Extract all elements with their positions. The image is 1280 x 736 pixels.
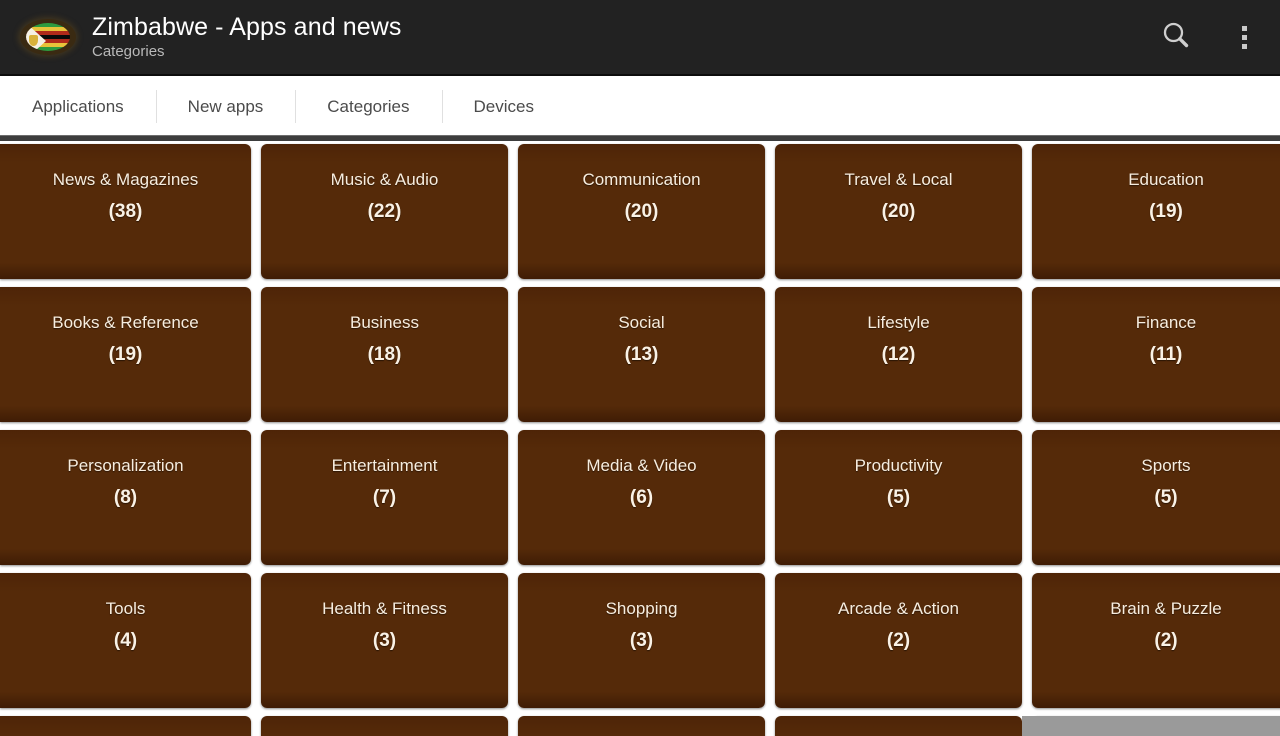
- category-tile-label: Music & Audio: [330, 170, 439, 189]
- category-tile[interactable]: Tools (4): [0, 573, 251, 708]
- category-tile[interactable]: [518, 716, 765, 736]
- tab-label: Applications: [32, 96, 124, 116]
- category-row: Personalization (8) Entertainment (7) Media …: [0, 430, 1280, 573]
- tab-label: New apps: [187, 96, 264, 116]
- flag-stripes: [26, 23, 70, 51]
- category-tile[interactable]: Brain & Puzzle (2): [1032, 573, 1280, 708]
- category-tile-label: Brain & Puzzle: [1110, 599, 1222, 618]
- page-title: Zimbabwe - Apps and news: [92, 13, 402, 41]
- search-icon: [1159, 18, 1193, 57]
- category-tile[interactable]: Books & Reference (19): [0, 287, 251, 422]
- category-tile-label: Lifestyle: [867, 313, 930, 332]
- category-tile[interactable]: [775, 716, 1022, 736]
- category-tile-label: Social: [618, 313, 665, 332]
- category-tile[interactable]: Shopping (3): [518, 573, 765, 708]
- category-tile-label: Personalization: [67, 456, 184, 475]
- category-tile-label: Productivity: [854, 456, 943, 475]
- tab-categories[interactable]: Categories: [295, 78, 441, 135]
- category-grid-inner: News & Magazines (38) Music & Audio (22) Com…: [0, 141, 1280, 736]
- category-tile[interactable]: Education (19): [1032, 144, 1280, 279]
- category-tile-label: Business: [350, 313, 419, 332]
- category-tile[interactable]: Travel & Local (20): [775, 144, 1022, 279]
- category-tile-label: Shopping: [605, 599, 678, 618]
- category-tile-count: (7): [372, 487, 397, 508]
- category-tile-count: (20): [881, 201, 916, 222]
- horizontal-scrollbar[interactable]: [1022, 716, 1280, 736]
- category-tile-count: (3): [372, 630, 397, 651]
- category-tile[interactable]: Social (13): [518, 287, 765, 422]
- category-tile[interactable]: [261, 716, 508, 736]
- category-tile[interactable]: Health & Fitness (3): [261, 573, 508, 708]
- category-grid: News & Magazines (38) Music & Audio (22) Com…: [0, 141, 1280, 736]
- category-tile-count: (38): [108, 201, 143, 222]
- search-button[interactable]: [1144, 0, 1208, 75]
- category-tile-label: Education: [1128, 170, 1204, 189]
- category-tile-label: Tools: [105, 599, 146, 618]
- category-tile-label: Communication: [582, 170, 701, 189]
- category-tile[interactable]: Productivity (5): [775, 430, 1022, 565]
- category-tile-count: (18): [367, 344, 402, 365]
- category-tile[interactable]: Media & Video (6): [518, 430, 765, 565]
- page-subtitle: Categories: [92, 43, 165, 60]
- category-tile[interactable]: Business (18): [261, 287, 508, 422]
- category-tile[interactable]: [0, 716, 251, 736]
- category-tile[interactable]: Entertainment (7): [261, 430, 508, 565]
- category-tile-label: Travel & Local: [844, 170, 953, 189]
- category-tile-count: (3): [629, 630, 654, 651]
- category-tile[interactable]: Sports (5): [1032, 430, 1280, 565]
- category-tile-count: (6): [629, 487, 654, 508]
- category-tile[interactable]: Communication (20): [518, 144, 765, 279]
- category-tile-count: (13): [624, 344, 659, 365]
- category-row: Books & Reference (19) Business (18) Social (…: [0, 287, 1280, 430]
- category-tile-label: Health & Fitness: [322, 599, 447, 618]
- category-tile-label: Sports: [1141, 456, 1191, 475]
- category-tile-count: (4): [113, 630, 138, 651]
- category-tile[interactable]: Personalization (8): [0, 430, 251, 565]
- zimbabwe-flag-icon: [20, 19, 76, 55]
- tab-applications[interactable]: Applications: [0, 78, 156, 135]
- category-tile-label: Finance: [1135, 313, 1197, 332]
- tab-label: Devices: [473, 96, 534, 116]
- tab-devices[interactable]: Devices: [441, 78, 566, 135]
- category-tile-count: (22): [367, 201, 402, 222]
- category-tile-label: Arcade & Action: [838, 599, 959, 618]
- category-tile-count: (19): [108, 344, 143, 365]
- overflow-menu-button[interactable]: [1208, 0, 1280, 75]
- category-tile-count: (20): [624, 201, 659, 222]
- category-tile-label: Entertainment: [331, 456, 438, 475]
- category-tile-label: News & Magazines: [52, 170, 199, 189]
- category-tile-count: (5): [886, 487, 911, 508]
- category-row: Tools (4) Health & Fitness (3) Shopping (3) Ar…: [0, 573, 1280, 716]
- category-tile[interactable]: News & Magazines (38): [0, 144, 251, 279]
- tab-new-apps[interactable]: New apps: [155, 78, 296, 135]
- category-tile-count: (19): [1149, 201, 1183, 222]
- app-bar-actions: [1144, 0, 1280, 74]
- category-tile-count: (2): [1154, 630, 1178, 651]
- category-tile[interactable]: Finance (11): [1032, 287, 1280, 422]
- tab-bar: Applications New apps Categories Devices: [0, 78, 1280, 135]
- category-tile-label: Books & Reference: [52, 313, 199, 332]
- category-row: News & Magazines (38) Music & Audio (22) Com…: [0, 144, 1280, 287]
- category-tile-count: (8): [113, 487, 138, 508]
- category-tile[interactable]: Arcade & Action (2): [775, 573, 1022, 708]
- tab-label: Categories: [327, 96, 410, 116]
- category-tile-count: (5): [1154, 487, 1178, 508]
- category-tile[interactable]: Lifestyle (12): [775, 287, 1022, 422]
- more-options-icon: [1241, 25, 1247, 31]
- category-tile-count: (12): [881, 344, 916, 365]
- category-tile[interactable]: Music & Audio (22): [261, 144, 508, 279]
- title-block: Zimbabwe - Apps and news Categories: [92, 12, 402, 62]
- category-tile-label: Media & Video: [586, 456, 697, 475]
- app-bar: Zimbabwe - Apps and news Categories: [0, 0, 1280, 76]
- category-tile-count: (2): [886, 630, 911, 651]
- category-tile-count: (11): [1149, 344, 1183, 365]
